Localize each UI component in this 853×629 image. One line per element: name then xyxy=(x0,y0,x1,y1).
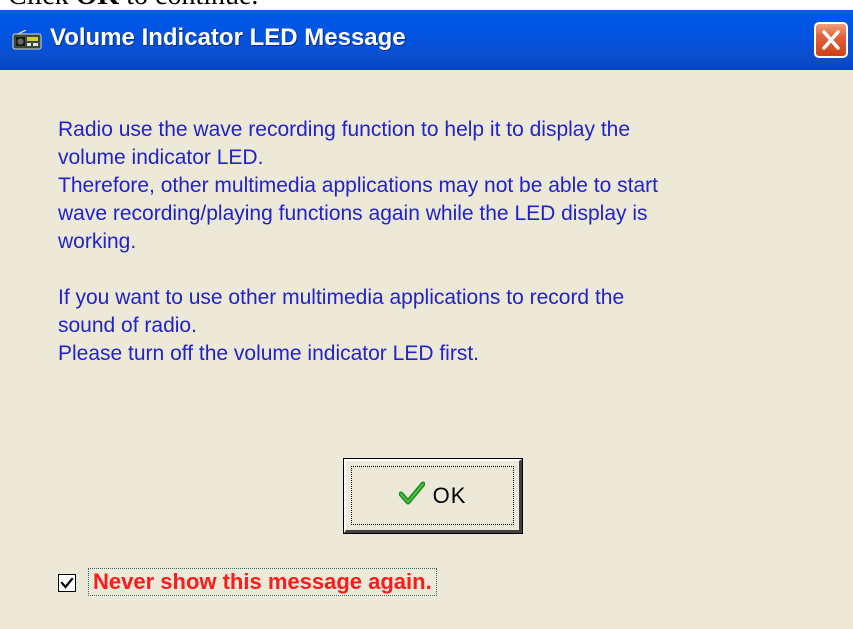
ok-label: OK xyxy=(432,482,467,508)
close-icon xyxy=(816,24,846,56)
message-line: Radio use the wave recording function to… xyxy=(58,118,631,141)
message-line: sound of radio. xyxy=(58,314,197,337)
message-line: volume indicator LED. xyxy=(58,146,264,169)
top-caption: Click OK to continue. xyxy=(8,0,258,11)
message-line: wave recording/playing functions again w… xyxy=(58,202,648,225)
window-title: Volume Indicator LED Message xyxy=(50,24,406,51)
close-button[interactable] xyxy=(814,22,848,58)
message-dialog: Volume Indicator LED Message Radio use t… xyxy=(0,10,853,629)
never-show-again-checkbox[interactable] xyxy=(58,574,76,592)
message-line: Therefore, other multimedia applications… xyxy=(58,174,658,197)
message-line: working. xyxy=(58,230,137,253)
title-bar[interactable]: Volume Indicator LED Message xyxy=(0,10,853,70)
checkbox-label-focus[interactable]: Never show this message again. xyxy=(88,568,437,596)
message-line: If you want to use other multimedia appl… xyxy=(58,286,625,309)
checkbox-label: Never show this message again. xyxy=(93,569,432,594)
message-line: Please turn off the volume indicator LED… xyxy=(58,342,479,365)
ok-button[interactable]: OK xyxy=(343,458,523,534)
ok-button-focus: OK xyxy=(351,466,514,525)
radio-icon xyxy=(12,29,42,50)
message-text: Radio use the wave recording function to… xyxy=(58,116,818,368)
checkmark-icon xyxy=(398,481,426,510)
checkmark-icon xyxy=(59,577,75,595)
